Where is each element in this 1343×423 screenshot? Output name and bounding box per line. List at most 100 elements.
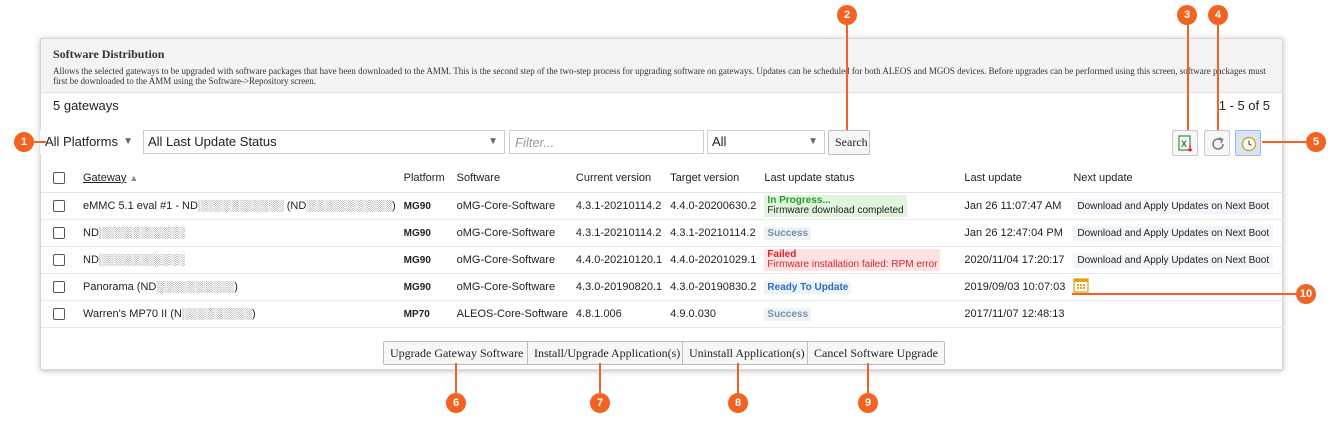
excel-export-icon: X: [1178, 135, 1193, 152]
callout-line: [867, 363, 869, 393]
callout-line: [737, 363, 739, 393]
callout-line: [599, 363, 601, 393]
chevron-down-icon: ▼: [123, 136, 133, 147]
callout-4: 4: [1208, 5, 1228, 25]
column-software: Software: [452, 164, 572, 193]
schedule-button[interactable]: [1235, 130, 1261, 156]
platform-cell: MG90: [403, 200, 431, 212]
uninstall-applications-button[interactable]: Uninstall Application(s): [682, 341, 812, 365]
callout-7: 7: [590, 393, 610, 413]
status-ready: Ready To Update: [764, 280, 852, 294]
excel-export-button[interactable]: X: [1172, 130, 1198, 156]
next-update-cell[interactable]: Download and Apply Updates on Next Boot: [1073, 225, 1274, 241]
status-in-progress: In Progress... Firmware download complet…: [764, 194, 907, 217]
status-select-value: All Last Update Status: [148, 134, 277, 149]
refresh-button[interactable]: [1204, 130, 1230, 156]
software-cell: oMG-Core-Software: [452, 219, 572, 247]
gateway-count: 5 gateways: [53, 98, 119, 113]
callout-9: 9: [858, 393, 878, 413]
scope-select[interactable]: All ▼: [707, 130, 825, 154]
row-checkbox[interactable]: [53, 199, 65, 212]
gateway-name: Warren's MP70 II (N░░░░░░░░░): [79, 300, 400, 328]
column-current-version: Current version: [571, 164, 667, 193]
chevron-down-icon: ▼: [808, 136, 818, 147]
status-detail: Firmware installation failed: RPM error: [767, 258, 938, 270]
callout-line: [1217, 24, 1219, 130]
select-all-checkbox[interactable]: [53, 171, 65, 184]
status-detail: Firmware download completed: [767, 204, 904, 216]
table-row[interactable]: eMMC 5.1 eval #1 - ND░░░░░░░░░░░ (ND░░░░…: [41, 192, 1284, 220]
next-update-cell[interactable]: Download and Apply Updates on Next Boot: [1073, 252, 1274, 268]
callout-line: [34, 141, 46, 143]
gateway-name: ND░░░░░░░░░░░: [79, 219, 400, 247]
current-version-cell: 4.8.1.006: [571, 300, 667, 328]
upgrade-gateway-software-button[interactable]: Upgrade Gateway Software: [383, 341, 531, 365]
callout-6: 6: [446, 393, 466, 413]
callout-line: [846, 24, 848, 130]
target-version-cell: 4.3.0-20190830.2: [666, 273, 761, 301]
table-row[interactable]: ND░░░░░░░░░░░ MG90 oMG-Core-Software 4.3…: [41, 219, 1284, 247]
gateway-name: Panorama (ND░░░░░░░░░░): [79, 273, 400, 301]
schedule-clock-icon: [1241, 136, 1257, 152]
last-update-cell: Jan 26 12:47:04 PM: [960, 219, 1070, 247]
callout-10: 10: [1296, 284, 1316, 304]
scope-select-value: All: [712, 134, 727, 149]
platform-select[interactable]: All Platforms ▼: [40, 130, 140, 154]
software-cell: oMG-Core-Software: [452, 192, 572, 220]
search-button[interactable]: Search: [828, 130, 870, 155]
last-update-cell: Jan 26 11:07:47 AM: [960, 192, 1070, 220]
status-title: Failed: [767, 248, 797, 260]
table-row[interactable]: Panorama (ND░░░░░░░░░░) MG90 oMG-Core-So…: [41, 273, 1284, 301]
refresh-icon: [1212, 137, 1224, 150]
callout-2: 2: [837, 5, 857, 25]
install-upgrade-applications-button[interactable]: Install/Upgrade Application(s): [527, 341, 688, 365]
cancel-software-upgrade-button[interactable]: Cancel Software Upgrade: [807, 341, 945, 365]
table-row[interactable]: Warren's MP70 II (N░░░░░░░░░) MP70 ALEOS…: [41, 300, 1284, 328]
callout-line: [1262, 141, 1306, 143]
platform-cell: MG90: [403, 227, 431, 239]
column-last-update: Last update: [960, 164, 1070, 193]
gateway-table: Gateway ▲ Platform Software Current versi…: [41, 164, 1284, 328]
target-version-cell: 4.4.0-20200630.2: [666, 192, 761, 220]
target-version-cell: 4.3.1-20210114.2: [666, 219, 761, 247]
column-platform: Platform: [399, 164, 453, 193]
panel-description: Allows the selected gateways to be upgra…: [53, 66, 1266, 86]
column-gateway[interactable]: Gateway ▲: [79, 164, 400, 193]
callout-1: 1: [14, 132, 34, 152]
gateway-name: ND░░░░░░░░░░░: [79, 246, 400, 274]
status-select[interactable]: All Last Update Status ▼: [143, 130, 505, 154]
software-cell: oMG-Core-Software: [452, 246, 572, 274]
table-header-row: Gateway ▲ Platform Software Current versi…: [41, 164, 1284, 193]
status-success: Success: [764, 307, 812, 321]
callout-line: [1187, 24, 1189, 130]
row-checkbox[interactable]: [53, 307, 65, 320]
platform-cell: MG90: [403, 281, 431, 293]
platform-cell: MP70: [403, 308, 430, 320]
column-gateway-label[interactable]: Gateway: [83, 172, 126, 184]
platform-select-value: All Platforms: [45, 134, 118, 149]
pagination-info: 1 - 5 of 5: [1218, 98, 1270, 113]
software-distribution-panel: Software Distribution Allows the selecte…: [40, 38, 1284, 370]
status-failed: Failed Firmware installation failed: RPM…: [764, 248, 941, 271]
filter-input[interactable]: [509, 130, 704, 154]
column-target-version: Target version: [666, 164, 761, 193]
callout-8: 8: [728, 393, 748, 413]
table-row[interactable]: ND░░░░░░░░░░░ MG90 oMG-Core-Software 4.4…: [41, 246, 1284, 274]
software-cell: oMG-Core-Software: [452, 273, 572, 301]
last-update-cell: 2019/09/03 10:07:03: [960, 273, 1070, 301]
target-version-cell: 4.9.0.030: [666, 300, 761, 328]
panel-header: Software Distribution Allows the selecte…: [41, 39, 1282, 93]
row-checkbox[interactable]: [53, 280, 65, 293]
next-update-cell[interactable]: Download and Apply Updates on Next Boot: [1073, 198, 1274, 214]
row-checkbox[interactable]: [53, 226, 65, 239]
target-version-cell: 4.4.0-20201029.1: [666, 246, 761, 274]
current-version-cell: 4.4.0-20210120.1: [571, 246, 667, 274]
sort-ascending-icon: ▲: [129, 172, 139, 183]
callout-3: 3: [1177, 5, 1197, 25]
status-title: In Progress...: [767, 194, 831, 206]
callout-line: [1072, 293, 1296, 295]
row-checkbox[interactable]: [53, 253, 65, 266]
last-update-cell: 2020/11/04 17:20:17: [960, 246, 1070, 274]
current-version-cell: 4.3.1-20210114.2: [571, 219, 667, 247]
platform-cell: MG90: [403, 254, 431, 266]
